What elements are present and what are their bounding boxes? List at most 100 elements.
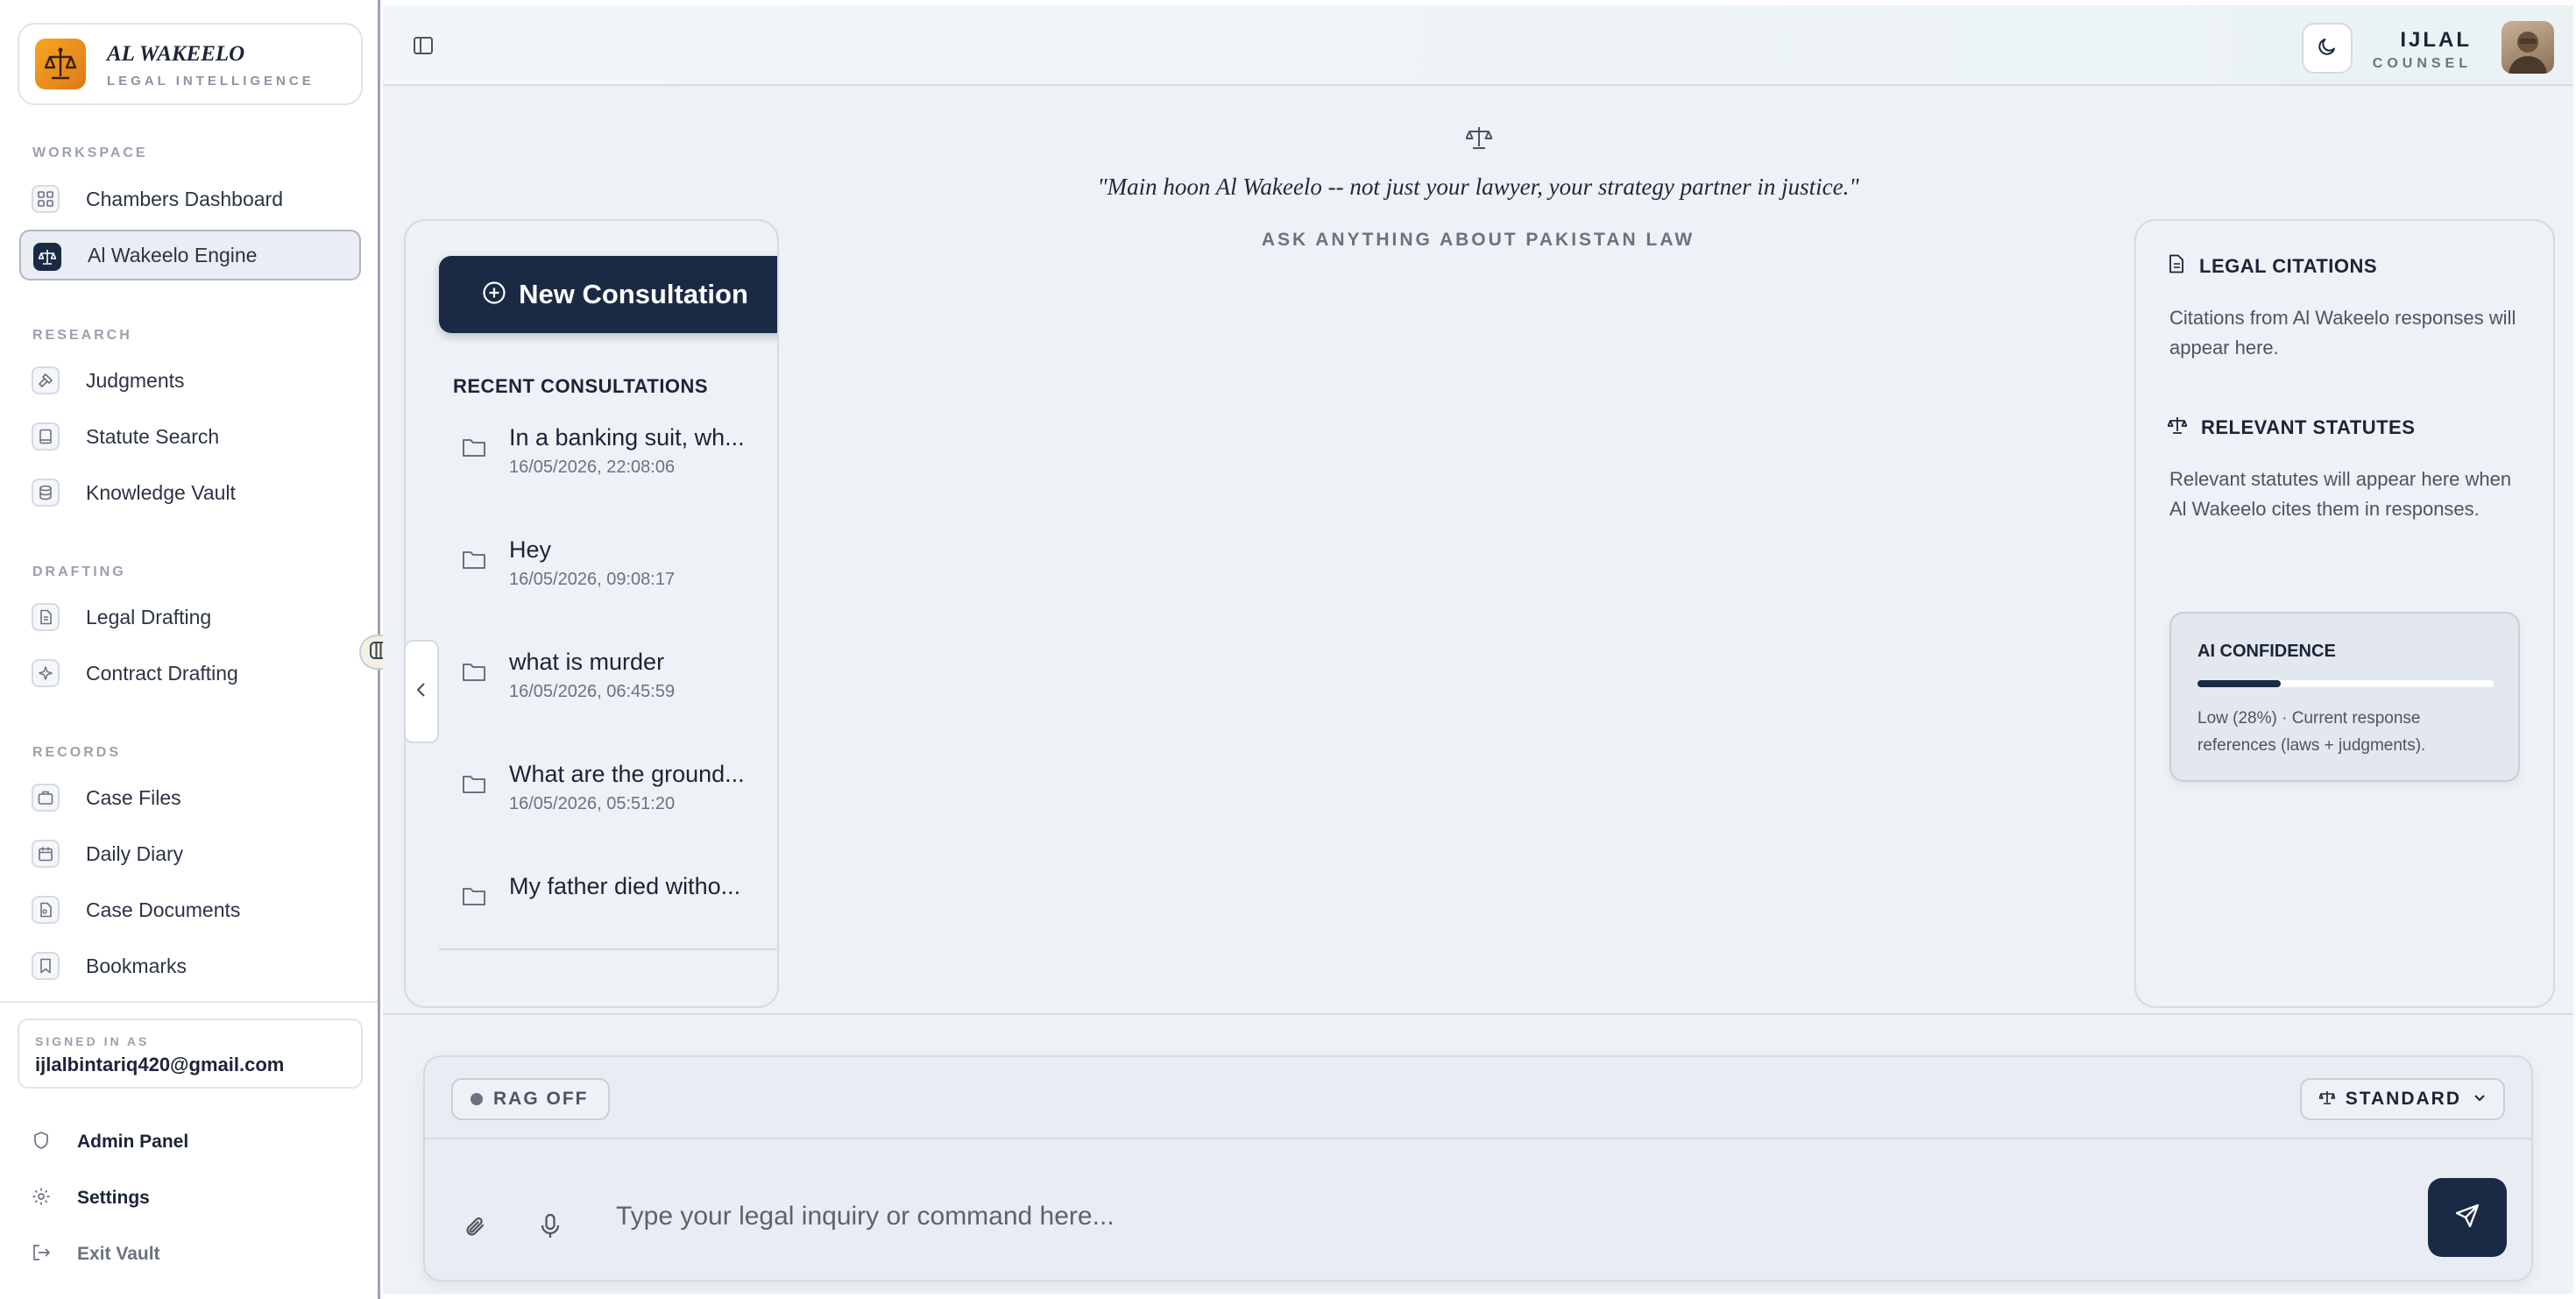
- user-role: COUNSEL: [2372, 56, 2472, 71]
- panel-toggle-icon[interactable]: [413, 35, 434, 60]
- list-item[interactable]: what is murder 16/05/2026, 06:45:59: [439, 638, 777, 735]
- new-consultation-button[interactable]: New Consultation: [439, 256, 777, 333]
- brand-card[interactable]: AL WAKEELO LEGAL INTELLIGENCE: [18, 23, 363, 105]
- send-button[interactable]: [2428, 1178, 2507, 1257]
- consultation-title: My father died witho...: [509, 873, 741, 899]
- settings-link[interactable]: Settings: [32, 1181, 150, 1216]
- avatar[interactable]: [2502, 21, 2554, 74]
- sidebar-item-label: Case Documents: [86, 898, 241, 921]
- section-label-workspace: WORKSPACE: [32, 146, 148, 160]
- sidebar-item-knowledge-vault[interactable]: Knowledge Vault: [19, 467, 361, 518]
- calendar-icon: [32, 840, 60, 868]
- user-name: IJLAL: [2400, 28, 2472, 52]
- send-icon: [2454, 1203, 2480, 1233]
- chevron-down-icon: [2473, 1091, 2486, 1107]
- ai-confidence-title: AI CONFIDENCE: [2197, 642, 2336, 661]
- hero-quote: "Main hoon Al Wakeelo -- not just your l…: [1097, 174, 1859, 200]
- consultation-date: 16/05/2026, 06:45:59: [509, 682, 676, 701]
- admin-panel-link[interactable]: Admin Panel: [32, 1125, 188, 1160]
- sidebar-item-legal-drafting[interactable]: Legal Drafting: [19, 592, 361, 642]
- list-item[interactable]: In a banking suit, wh... 16/05/2026, 22:…: [439, 414, 777, 510]
- brand-subtitle: LEGAL INTELLIGENCE: [107, 74, 315, 89]
- scale-icon: [1465, 124, 1493, 155]
- scale-icon: [2167, 415, 2188, 440]
- section-label-records: RECORDS: [32, 745, 122, 760]
- logout-icon: [32, 1243, 51, 1267]
- sidebar-item-case-documents[interactable]: Case Documents: [19, 884, 361, 935]
- sidebar-item-label: Legal Drafting: [86, 605, 212, 628]
- moon-icon: [2317, 36, 2338, 61]
- collapse-left-button[interactable]: [404, 640, 439, 743]
- brand-logo-icon: [35, 39, 86, 89]
- gavel-icon: [32, 366, 60, 394]
- topbar: IJLAL COUNSEL: [383, 5, 2573, 86]
- sidebar-item-statute-search[interactable]: Statute Search: [19, 411, 361, 462]
- sidebar-item-chambers-dashboard[interactable]: Chambers Dashboard: [19, 174, 361, 224]
- section-label-drafting: DRAFTING: [32, 564, 126, 579]
- sidebar-item-label: Chambers Dashboard: [86, 187, 284, 210]
- exit-vault-label: Exit Vault: [77, 1244, 160, 1264]
- sidebar-item-label: Al Wakeelo Engine: [88, 243, 258, 266]
- database-icon: [32, 479, 60, 507]
- folder-icon: [462, 437, 486, 462]
- signed-in-card: SIGNED IN AS ijlalbintariq420@gmail.com: [18, 1019, 363, 1089]
- ai-confidence-text: Low (28%) · Current response references …: [2197, 709, 2426, 755]
- gear-icon: [32, 1187, 51, 1210]
- consultation-title: In a banking suit, wh...: [509, 424, 745, 451]
- consultation-date: 16/05/2026, 05:51:20: [509, 794, 676, 813]
- bookmark-icon: [32, 952, 60, 980]
- settings-label: Settings: [77, 1188, 150, 1208]
- citations-heading: LEGAL CITATIONS: [2168, 254, 2377, 279]
- signed-in-label: SIGNED IN AS: [35, 1034, 150, 1048]
- new-consultation-label: New Consultation: [519, 279, 748, 309]
- microphone-icon[interactable]: [539, 1213, 562, 1244]
- scale-icon: [33, 243, 61, 271]
- inquiry-input[interactable]: [616, 1190, 2333, 1243]
- composer-divider: [383, 1013, 2573, 1015]
- sidebar-item-al-wakeelo-engine[interactable]: Al Wakeelo Engine: [19, 230, 361, 280]
- citations-title: LEGAL CITATIONS: [2199, 255, 2378, 277]
- citations-text: Citations from Al Wakeelo responses will…: [2169, 307, 2516, 358]
- briefcase-icon: [32, 784, 60, 812]
- sidebar-item-label: Judgments: [86, 368, 185, 392]
- sidebar-item-label: Contract Drafting: [86, 661, 238, 685]
- statutes-text: Relevant statutes will appear here when …: [2169, 468, 2512, 520]
- theme-toggle-button[interactable]: [2302, 23, 2353, 74]
- ai-confidence-bar-fill: [2197, 680, 2281, 687]
- brand-title: AL WAKEELO: [107, 42, 245, 66]
- admin-panel-label: Admin Panel: [77, 1132, 189, 1152]
- sidebar-divider: [0, 1001, 378, 1003]
- composer-toolbar: RAG OFF STANDARD: [425, 1057, 2531, 1139]
- consultation-date: 16/05/2026, 22:08:06: [509, 458, 676, 477]
- document-icon: [2168, 254, 2185, 279]
- signed-in-email: ijlalbintariq420@gmail.com: [35, 1054, 285, 1075]
- sidebar-item-daily-diary[interactable]: Daily Diary: [19, 828, 361, 879]
- sparkle-icon: [32, 659, 60, 687]
- plus-circle-icon: [482, 280, 506, 309]
- sidebar-item-label: Bookmarks: [86, 954, 188, 977]
- mode-select[interactable]: STANDARD: [2299, 1078, 2505, 1120]
- rag-toggle-button[interactable]: RAG OFF: [451, 1078, 610, 1120]
- consultation-title: What are the ground...: [509, 761, 745, 787]
- folder-icon: [462, 661, 486, 686]
- list-item[interactable]: My father died witho...: [439, 862, 777, 941]
- sidebar-item-contract-drafting[interactable]: Contract Drafting: [19, 648, 361, 699]
- section-label-research: RESEARCH: [32, 328, 132, 343]
- sidebar-item-label: Knowledge Vault: [86, 480, 236, 504]
- statutes-title: RELEVANT STATUTES: [2201, 416, 2416, 438]
- exit-vault-link[interactable]: Exit Vault: [32, 1237, 160, 1272]
- rag-label: RAG OFF: [493, 1089, 589, 1109]
- sidebar-item-bookmarks[interactable]: Bookmarks: [19, 941, 361, 991]
- status-dot-icon: [471, 1093, 483, 1105]
- list-item[interactable]: Hey 16/05/2026, 09:08:17: [439, 526, 777, 622]
- sidebar-item-case-files[interactable]: Case Files: [19, 772, 361, 823]
- shield-icon: [32, 1131, 51, 1154]
- paperclip-icon[interactable]: [464, 1213, 488, 1244]
- chevron-left-icon: [414, 681, 428, 703]
- list-item[interactable]: What are the ground... 16/05/2026, 05:51…: [439, 750, 777, 847]
- consultation-title: Hey: [509, 536, 552, 563]
- file-icon: [32, 896, 60, 924]
- composer: RAG OFF STANDARD: [423, 1055, 2533, 1281]
- sidebar-item-judgments[interactable]: Judgments: [19, 355, 361, 406]
- consultation-history-panel: New Consultation RECENT CONSULTATIONS In…: [404, 219, 779, 1008]
